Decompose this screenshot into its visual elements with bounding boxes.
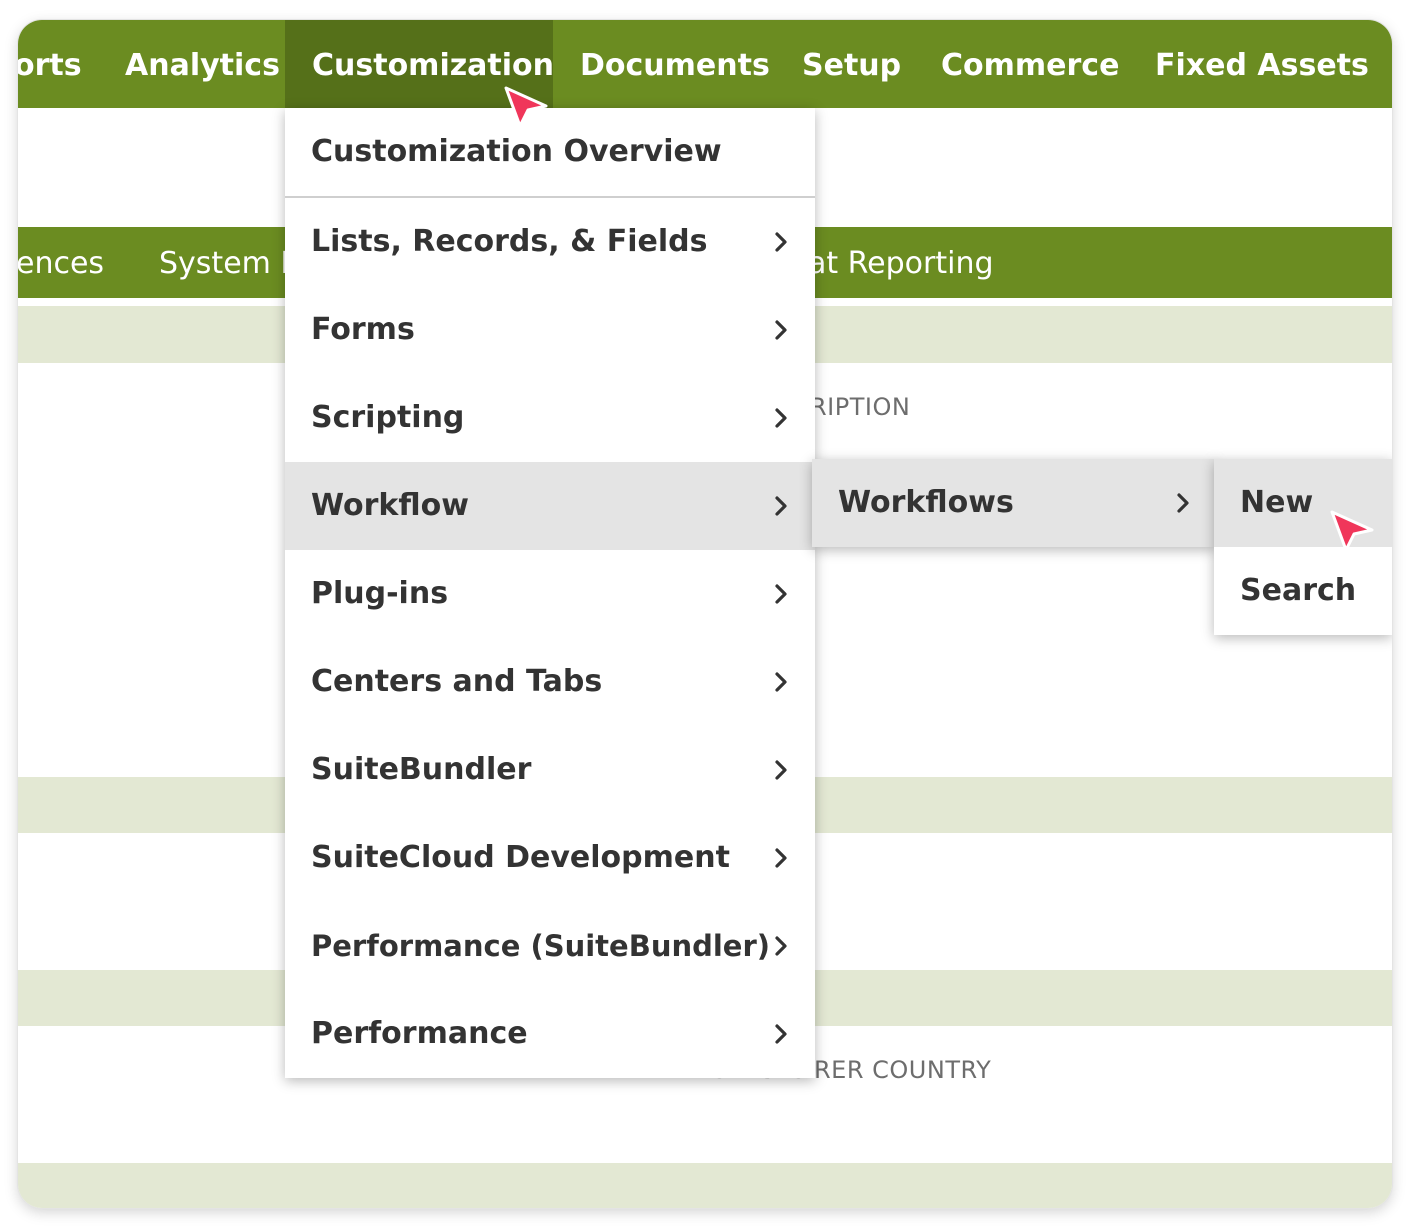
menu-item-label: Workflow [311,488,469,523]
chevron-right-icon [775,584,787,604]
section-header-stripe [18,1163,1392,1208]
menu-item-label: Search [1240,573,1357,608]
chevron-right-icon [1177,493,1189,513]
workflow-submenu: Workflows [812,459,1216,547]
chevron-right-icon [775,848,787,868]
nav-item-commerce[interactable]: Commerce [941,20,1119,108]
description-column-label: RIPTION [810,393,911,421]
menu-item-label: Performance (SuiteBundler) [311,929,771,963]
menu-item-label: Plug-ins [311,576,449,611]
chevron-right-icon [775,320,787,340]
menu-item-suitecloud-development[interactable]: SuiteCloud Development [285,814,815,902]
menu-item-label: Lists, Records, & Fields [311,224,708,259]
top-navigation-bar: orts Analytics Customization Documents S… [18,20,1392,108]
chevron-right-icon [775,1024,787,1044]
menu-item-forms[interactable]: Forms [285,286,815,374]
chevron-right-icon [775,408,787,428]
menu-item-workflows[interactable]: Workflows [812,459,1216,547]
menu-item-label: Customization Overview [311,134,722,169]
menu-item-new[interactable]: New [1214,459,1392,547]
menu-item-scripting[interactable]: Scripting [285,374,815,462]
menu-item-workflow[interactable]: Workflow [285,462,815,550]
subnav-item-preferences[interactable]: ences [18,227,104,298]
nav-item-reports[interactable]: orts [18,20,82,108]
menu-item-suitebundler[interactable]: SuiteBundler [285,726,815,814]
menu-item-label: New [1240,485,1314,520]
menu-item-performance-suitebundler[interactable]: Performance (SuiteBundler) [285,902,815,990]
chevron-right-icon [775,936,787,956]
menu-item-label: Forms [311,312,415,347]
workflows-submenu: New Search [1214,459,1392,635]
subnav-item-format-reporting[interactable]: at Reporting [808,227,994,298]
chevron-right-icon [775,496,787,516]
nav-item-documents[interactable]: Documents [580,20,770,108]
menu-item-centers-and-tabs[interactable]: Centers and Tabs [285,638,815,726]
menu-item-label: SuiteBundler [311,752,532,787]
menu-item-label: Workflows [838,485,1014,520]
subnav-item-system-information[interactable]: System I [159,227,289,298]
menu-item-search[interactable]: Search [1214,547,1392,635]
chevron-right-icon [775,232,787,252]
nav-item-setup[interactable]: Setup [802,20,901,108]
menu-item-plug-ins[interactable]: Plug-ins [285,550,815,638]
nav-item-analytics[interactable]: Analytics [125,20,280,108]
nav-item-customization[interactable]: Customization [285,20,554,108]
menu-item-label: Performance [311,1016,528,1051]
customization-dropdown-menu: Customization Overview Lists, Records, &… [285,108,815,1078]
chevron-right-icon [775,672,787,692]
menu-item-label: SuiteCloud Development [311,840,730,875]
menu-item-performance[interactable]: Performance [285,990,815,1078]
menu-item-customization-overview[interactable]: Customization Overview [285,108,815,196]
manufacturer-country-label: RER COUNTRY [814,1056,992,1084]
menu-item-label: Scripting [311,400,465,435]
app-window: orts Analytics Customization Documents S… [18,20,1392,1208]
menu-item-lists-records-fields[interactable]: Lists, Records, & Fields [285,198,815,286]
chevron-right-icon [775,760,787,780]
nav-item-fixed-assets[interactable]: Fixed Assets [1155,20,1369,108]
menu-item-label: Centers and Tabs [311,664,603,699]
